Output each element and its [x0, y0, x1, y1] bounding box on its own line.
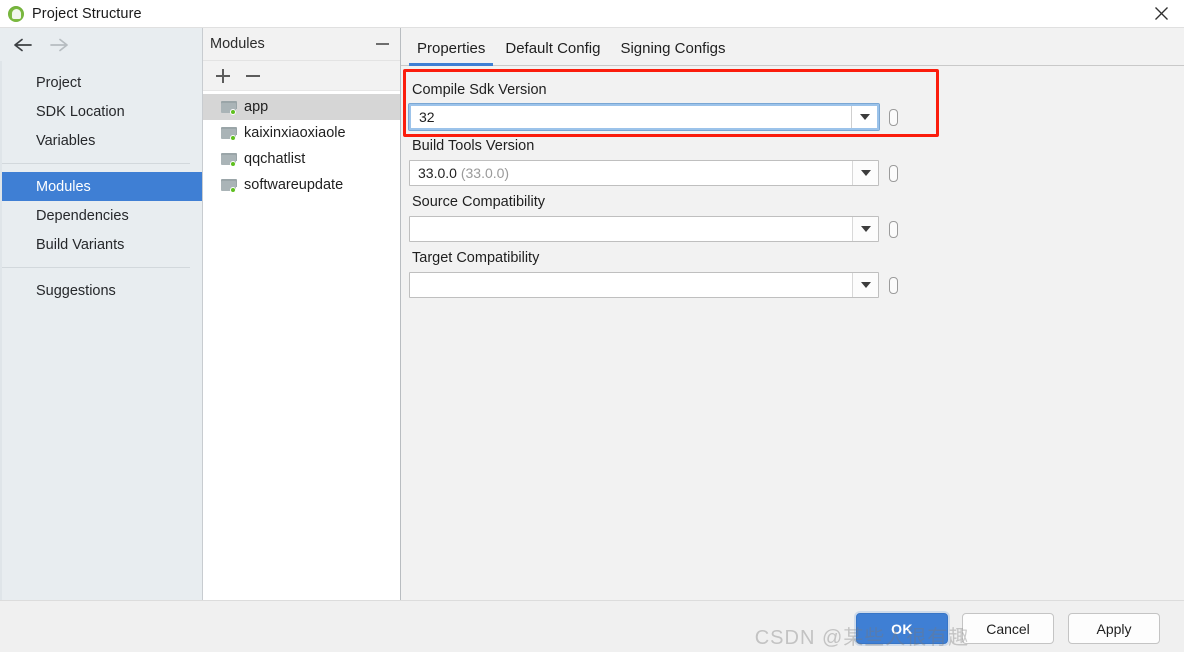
window-title: Project Structure	[32, 5, 142, 22]
list-item[interactable]: kaixinxiaoxiaole	[203, 120, 400, 146]
left-navigation: Project SDK Location Variables Modules D…	[0, 28, 203, 600]
field-source-compatibility: Source Compatibility	[409, 194, 1184, 242]
list-item-label: kaixinxiaoxiaole	[244, 125, 346, 141]
tab-default-config[interactable]: Default Config	[497, 40, 608, 65]
target-compatibility-combo[interactable]	[409, 272, 879, 298]
nav-divider-1	[0, 163, 190, 164]
compile-sdk-version-combo[interactable]: 32	[408, 103, 880, 131]
field-label: Compile Sdk Version	[412, 82, 547, 98]
sidebar-item-dependencies[interactable]: Dependencies	[0, 201, 202, 230]
variable-binding-icon[interactable]	[889, 276, 898, 294]
plus-icon[interactable]	[215, 68, 231, 84]
module-folder-icon	[221, 100, 237, 115]
module-folder-icon	[221, 126, 237, 141]
field-label: Build Tools Version	[412, 138, 535, 154]
field-build-tools-version: Build Tools Version 33.0.0 (33.0.0)	[409, 138, 1184, 186]
title-bar: Project Structure	[0, 0, 1184, 27]
nav-divider-2	[0, 267, 190, 268]
variable-binding-icon[interactable]	[889, 164, 898, 182]
field-label: Source Compatibility	[412, 194, 545, 210]
modules-panel-header: Modules	[203, 28, 400, 61]
cancel-button[interactable]: Cancel	[962, 613, 1054, 644]
arrow-left-icon[interactable]	[12, 35, 34, 55]
build-tools-version-hint: (33.0.0)	[460, 165, 510, 181]
list-item[interactable]: softwareupdate	[203, 172, 400, 198]
tab-bar: Properties Default Config Signing Config…	[401, 28, 1184, 66]
build-tools-version-value: 33.0.0 (33.0.0)	[410, 165, 852, 181]
chevron-down-icon[interactable]	[852, 161, 878, 185]
chevron-down-icon[interactable]	[852, 273, 878, 297]
nav-list: Project SDK Location Variables Modules D…	[0, 61, 202, 305]
module-folder-icon	[221, 152, 237, 167]
sidebar-item-suggestions[interactable]: Suggestions	[0, 276, 202, 305]
sidebar-item-sdk-location[interactable]: SDK Location	[0, 97, 202, 126]
project-structure-dialog: Project Structure Project SDK Location V…	[0, 0, 1184, 656]
module-folder-icon	[221, 178, 237, 193]
chevron-down-icon[interactable]	[852, 217, 878, 241]
sidebar-item-variables[interactable]: Variables	[0, 126, 202, 155]
field-target-compatibility: Target Compatibility	[409, 250, 1184, 298]
dialog-body: Project SDK Location Variables Modules D…	[0, 27, 1184, 600]
list-item[interactable]: qqchatlist	[203, 146, 400, 172]
sidebar-item-project[interactable]: Project	[0, 68, 202, 97]
field-label: Target Compatibility	[412, 250, 540, 266]
modules-toolbar	[203, 61, 400, 91]
list-item-label: app	[244, 99, 269, 115]
close-icon[interactable]	[1138, 0, 1184, 27]
nav-left-edge	[0, 61, 2, 600]
variable-binding-icon[interactable]	[889, 108, 898, 126]
sidebar-item-build-variants[interactable]: Build Variants	[0, 230, 202, 259]
list-item[interactable]: app	[203, 94, 400, 120]
build-tools-version-combo[interactable]: 33.0.0 (33.0.0)	[409, 160, 879, 186]
properties-form: Compile Sdk Version 32 Build Tools Versi…	[401, 66, 1184, 600]
minimize-icon[interactable]	[372, 35, 392, 53]
modules-panel: Modules app kaixinxiaoxiaole qqchatlist …	[203, 28, 401, 600]
nav-history-controls	[0, 28, 202, 61]
build-tools-version-text: 33.0.0	[418, 165, 457, 181]
variable-binding-icon[interactable]	[889, 220, 898, 238]
tab-properties[interactable]: Properties	[409, 40, 494, 66]
list-item-label: qqchatlist	[244, 151, 306, 167]
minus-icon[interactable]	[245, 68, 261, 84]
properties-pane: Properties Default Config Signing Config…	[401, 28, 1184, 600]
arrow-right-icon	[48, 35, 70, 55]
module-list: app kaixinxiaoxiaole qqchatlist software…	[203, 91, 400, 600]
dialog-footer: OK Cancel Apply CSDN @某些人很有趣	[0, 600, 1184, 656]
android-studio-icon	[8, 5, 24, 22]
chevron-down-icon[interactable]	[851, 106, 877, 128]
modules-panel-title: Modules	[210, 36, 265, 52]
field-compile-sdk-version: Compile Sdk Version 32	[408, 82, 1184, 131]
list-item-label: softwareupdate	[244, 177, 344, 193]
sidebar-item-modules[interactable]: Modules	[0, 172, 202, 201]
source-compatibility-combo[interactable]	[409, 216, 879, 242]
footer-bottom-strip	[0, 652, 1184, 656]
ok-button[interactable]: OK	[856, 613, 948, 644]
tab-signing-configs[interactable]: Signing Configs	[612, 40, 733, 65]
compile-sdk-version-value: 32	[419, 109, 435, 125]
apply-button[interactable]: Apply	[1068, 613, 1160, 644]
